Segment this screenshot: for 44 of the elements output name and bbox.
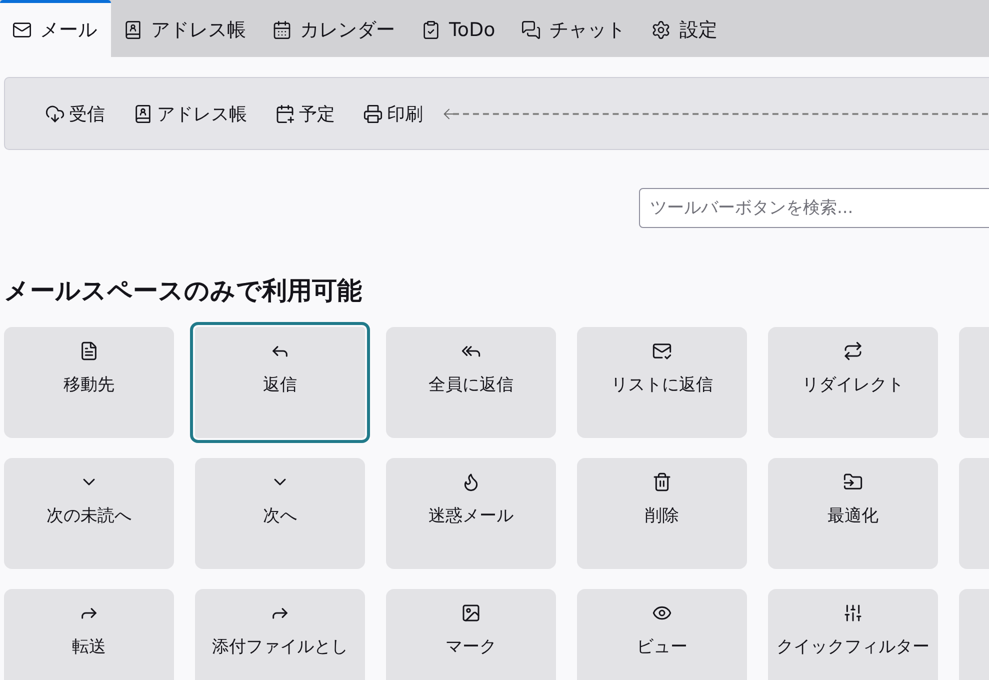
toolbar-button-card[interactable]: 次の未読へ — [4, 458, 174, 569]
toolbar-button[interactable]: 受信 — [35, 96, 115, 132]
settings-icon — [651, 20, 672, 40]
folder-arrow-icon — [843, 472, 863, 492]
toolbar-button-card[interactable]: 次へ — [195, 458, 365, 569]
toolbar-button-card[interactable]: 移動先 — [4, 327, 174, 438]
mail-icon — [12, 20, 32, 40]
space-tab[interactable]: メール — [0, 0, 111, 57]
clipboard-check-icon — [421, 20, 441, 40]
image-icon — [461, 603, 481, 623]
address-book-icon — [133, 104, 153, 124]
toolbar-button-card[interactable]: 転送 — [4, 589, 174, 680]
trash-icon — [652, 472, 672, 492]
toolbar-button[interactable]: 予定 — [265, 96, 345, 132]
calendar-plus-icon — [275, 104, 295, 124]
chat-bubbles-icon — [521, 20, 542, 40]
space-tab[interactable]: アドレス帳 — [111, 0, 260, 57]
sliders-icon — [843, 603, 863, 623]
toolbar-button-card[interactable]: リストに返信 — [577, 327, 747, 438]
toolbar-button[interactable]: アドレス帳 — [123, 96, 257, 132]
printer-icon — [363, 104, 383, 124]
toolbar-button-card[interactable]: 全員に返信 — [386, 327, 556, 438]
toolbar-button-card[interactable]: ビュー — [577, 589, 747, 680]
address-book-icon — [123, 20, 143, 40]
swap-arrows-icon — [843, 341, 863, 361]
search-field[interactable]: ツールバーボタンを検索... — [639, 188, 989, 228]
toolbar-button-card[interactable]: 迷惑メール — [386, 458, 556, 569]
space-tab[interactable]: 設定 — [639, 0, 732, 57]
section-heading: メールスペースのみで利用可能 — [4, 275, 363, 307]
toolbar-button-card[interactable]: 削除 — [577, 458, 747, 569]
toolbar-button-card[interactable]: 返信 — [190, 322, 370, 443]
toolbar-button-card[interactable]: リダイレクト — [768, 327, 938, 438]
space-tab[interactable]: チャット — [509, 0, 640, 57]
space-tab[interactable]: カレンダー — [260, 0, 409, 57]
toolbar-button[interactable]: 印刷 — [353, 96, 433, 132]
toolbar-button-card[interactable]: マーク — [386, 589, 556, 680]
document-icon — [79, 341, 99, 361]
mail-check-icon — [652, 341, 672, 361]
toolbar-button-card[interactable]: クイックフィルター — [768, 589, 938, 680]
space-tab[interactable]: ToDo — [409, 0, 510, 57]
toolbar-button-card[interactable]: 添付ファイルとし — [195, 589, 365, 680]
toolbar-button-card[interactable]: 最適化 — [768, 458, 938, 569]
calendar-icon — [272, 20, 292, 40]
cloud-download-icon — [45, 104, 65, 124]
